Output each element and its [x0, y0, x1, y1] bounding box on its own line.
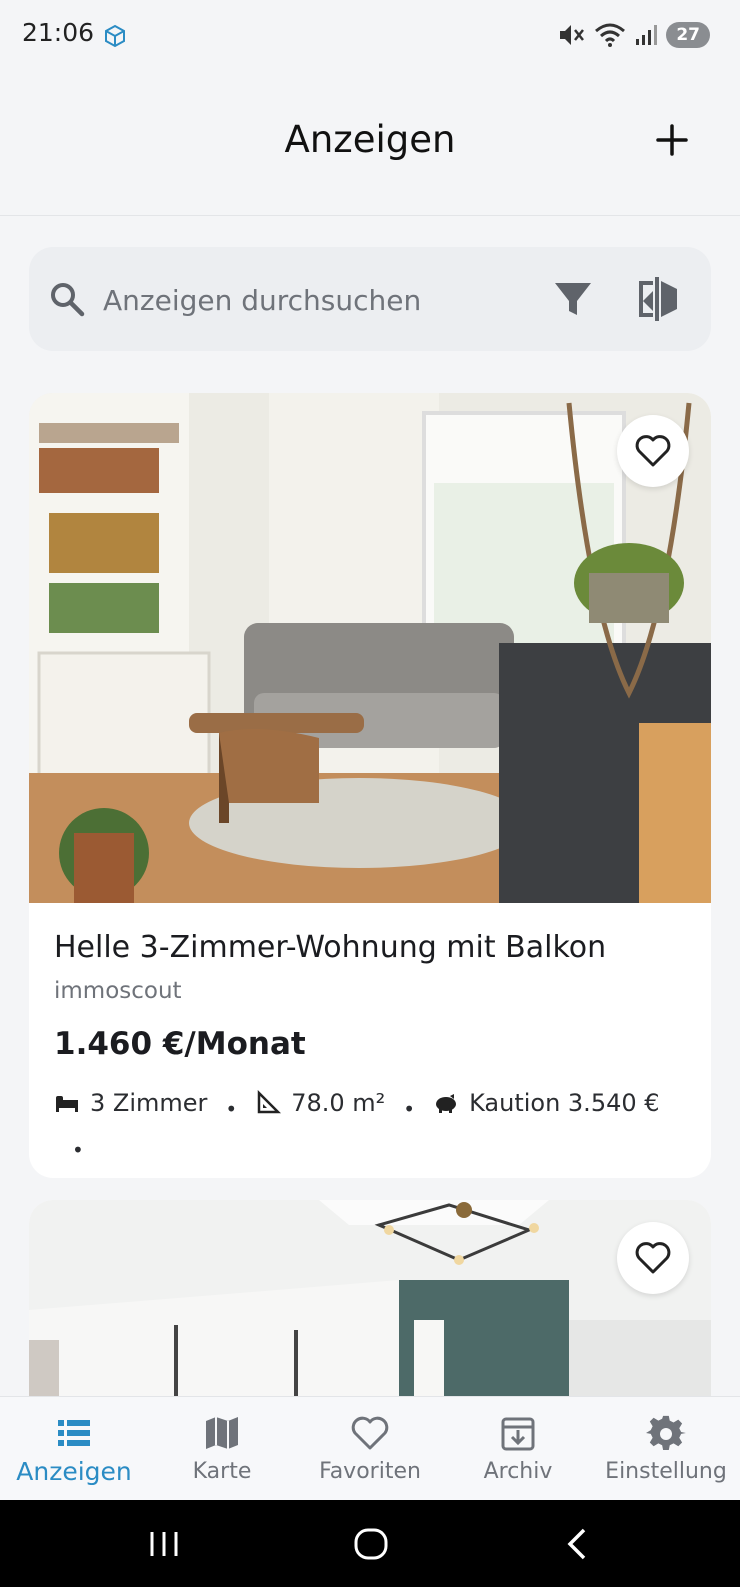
- nav-item-einstellung[interactable]: Einstellung: [592, 1397, 740, 1501]
- home-icon[interactable]: [349, 1522, 393, 1566]
- feature-area-label: 78.0 m²: [291, 1089, 386, 1117]
- listing-title: Helle 3-Zimmer-Wohnung mit Balkon: [54, 930, 607, 965]
- battery-icon: 27: [666, 22, 710, 48]
- app-header: Anzeigen: [0, 70, 740, 216]
- gear-icon: [646, 1415, 686, 1451]
- favorite-button[interactable]: [617, 1222, 689, 1294]
- filter-icon[interactable]: [549, 275, 597, 323]
- favorite-button[interactable]: [617, 415, 689, 487]
- separator-dot: •: [225, 1097, 238, 1121]
- nav-label: Einstellung: [605, 1459, 727, 1484]
- back-icon[interactable]: [556, 1522, 600, 1566]
- feature-deposit: Kaution 3.540 €: [433, 1083, 660, 1123]
- recent-apps-icon[interactable]: [142, 1522, 186, 1566]
- feature-deposit-label: Kaution 3.540 €: [469, 1089, 660, 1117]
- status-bar: 21:06 27: [0, 0, 740, 70]
- archive-icon: [501, 1417, 535, 1451]
- balcony-icon: [54, 1177, 80, 1178]
- heart-icon: [351, 1416, 389, 1450]
- feature-area: 78.0 m²: [255, 1083, 385, 1123]
- plus-icon[interactable]: [650, 118, 694, 162]
- separator-dot: •: [403, 1097, 416, 1121]
- listing-features: 3 Zimmer • 78.0 m² • Kaution 3.540 € •: [54, 1083, 694, 1178]
- piggy-bank-icon: [436, 1094, 457, 1113]
- search-bar: [29, 247, 711, 351]
- cube-icon: [105, 24, 125, 48]
- page-title: Anzeigen: [284, 118, 456, 161]
- nav-label: Anzeigen: [16, 1457, 132, 1486]
- separator-dot: •: [72, 1138, 84, 1162]
- status-time: 21:06: [22, 18, 95, 47]
- signal-icon: [636, 25, 658, 45]
- nav-item-karte[interactable]: Karte: [148, 1397, 296, 1501]
- bed-icon: [56, 1096, 78, 1112]
- feature-balcony-label: Balkon: [90, 1170, 171, 1178]
- nav-label: Karte: [192, 1459, 252, 1484]
- nav-item-anzeigen[interactable]: Anzeigen: [0, 1397, 148, 1501]
- list-icon: [58, 1420, 90, 1446]
- search-icon: [51, 283, 85, 317]
- feature-balcony: Balkon: [54, 1170, 171, 1178]
- heart-icon: [635, 435, 671, 467]
- feature-rooms-label: 3 Zimmer: [90, 1089, 208, 1117]
- wifi-icon: [595, 23, 626, 47]
- nav-item-favoriten[interactable]: Favoriten: [296, 1397, 444, 1501]
- mute-icon: [560, 25, 585, 45]
- listing-price: 1.460 €/Monat: [54, 1026, 306, 1062]
- map-icon: [206, 1417, 238, 1449]
- nav-label: Archiv: [483, 1459, 553, 1484]
- compare-icon[interactable]: [635, 273, 685, 325]
- feature-rooms: 3 Zimmer: [54, 1083, 207, 1123]
- listing-card[interactable]: Helle 3-Zimmer-Wohnung mit Balkon immosc…: [29, 393, 711, 1178]
- bottom-navigation: Anzeigen Karte Favoriten Archiv Einstell…: [0, 1396, 740, 1501]
- status-icons: 27: [558, 20, 710, 50]
- nav-label: Favoriten: [319, 1459, 421, 1484]
- nav-item-archiv[interactable]: Archiv: [444, 1397, 592, 1501]
- system-navigation-bar: [0, 1500, 740, 1587]
- listing-photo[interactable]: [29, 393, 711, 903]
- heart-icon: [635, 1242, 671, 1274]
- search-input[interactable]: [101, 275, 505, 325]
- listing-source: immoscout: [54, 978, 182, 1004]
- ruler-icon: [257, 1090, 282, 1114]
